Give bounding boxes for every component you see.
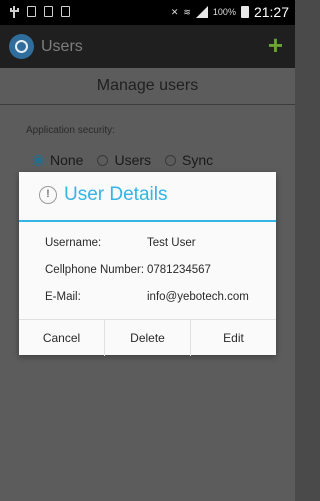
sd-card-icon bbox=[27, 6, 36, 17]
security-label: Application security: bbox=[26, 125, 115, 136]
system-icons: ✕ ≋ 100% 21:27 bbox=[171, 4, 289, 20]
app-title: Users bbox=[41, 38, 83, 55]
radio-unselected-icon bbox=[97, 154, 109, 166]
dialog-button-bar: Cancel Delete Edit bbox=[19, 319, 276, 356]
radio-label: Sync bbox=[182, 152, 214, 168]
document-icon bbox=[44, 6, 53, 17]
radio-users[interactable]: Users bbox=[97, 152, 151, 168]
battery-icon bbox=[240, 6, 249, 18]
username-value: Test User bbox=[147, 237, 196, 249]
email-value: info@yebotech.com bbox=[147, 291, 249, 303]
dialog-header: ! User Details bbox=[19, 172, 276, 222]
info-icon: ! bbox=[39, 186, 57, 204]
image-icon bbox=[61, 6, 70, 17]
radio-none[interactable]: None bbox=[33, 152, 83, 168]
dialog-title: User Details bbox=[64, 184, 168, 205]
radio-unselected-icon bbox=[165, 154, 177, 166]
page-title: Manage users bbox=[96, 77, 199, 94]
wifi-icon: ≋ bbox=[183, 6, 191, 17]
app-logo-icon[interactable] bbox=[9, 34, 34, 59]
username-label: Username: bbox=[45, 237, 102, 249]
radio-label: None bbox=[50, 152, 84, 168]
user-details-dialog: ! User Details Username: Test User Cellp… bbox=[19, 172, 276, 356]
mute-icon: ✕ bbox=[170, 6, 179, 17]
add-user-button[interactable]: + bbox=[268, 30, 283, 60]
edit-button[interactable]: Edit bbox=[191, 320, 276, 356]
signal-icon bbox=[195, 6, 208, 18]
battery-percent: 100% bbox=[212, 7, 236, 17]
delete-button[interactable]: Delete bbox=[105, 320, 191, 356]
email-label: E-Mail: bbox=[45, 291, 81, 303]
radio-label: Users bbox=[114, 152, 152, 168]
action-bar: Users + bbox=[0, 25, 295, 68]
usb-icon bbox=[10, 6, 19, 18]
cancel-button[interactable]: Cancel bbox=[19, 320, 105, 356]
security-radio-group: None Users Sync bbox=[33, 152, 213, 168]
radio-sync[interactable]: Sync bbox=[165, 152, 213, 168]
clock: 21:27 bbox=[253, 4, 289, 20]
cellphone-label: Cellphone Number: bbox=[45, 264, 145, 276]
page-header: Manage users bbox=[0, 68, 295, 105]
cellphone-value: 0781234567 bbox=[147, 264, 211, 276]
radio-selected-icon bbox=[33, 154, 44, 166]
status-bar: ✕ ≋ 100% 21:27 bbox=[0, 0, 295, 25]
notification-icons bbox=[10, 6, 70, 18]
